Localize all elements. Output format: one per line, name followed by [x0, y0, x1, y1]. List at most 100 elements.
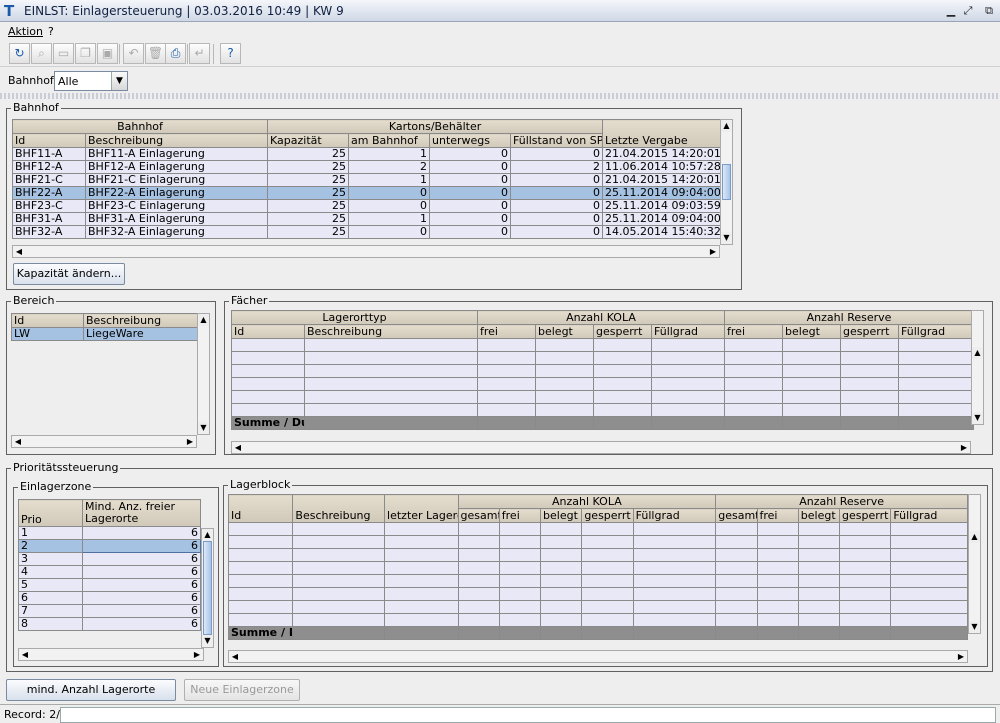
table-row[interactable]: 26: [18, 539, 201, 553]
refresh-button[interactable]: ↻: [9, 43, 30, 64]
column-header[interactable]: letzter Lagerort: [384, 494, 459, 523]
copy-button[interactable]: ❐: [75, 43, 96, 64]
scroll-right-icon[interactable]: ▶: [184, 436, 196, 447]
bahnhof-vertical-scrollbar[interactable]: ▲ ▼: [720, 119, 733, 245]
scroll-down-icon[interactable]: ▼: [721, 232, 732, 244]
column-header[interactable]: Kapazität: [267, 133, 349, 148]
table-row[interactable]: LW LiegeWare: [11, 327, 198, 341]
table-row[interactable]: BHF32-A BHF32-A Einlagerung 25 0 0 0 14.05.201…: [12, 225, 722, 239]
lagerblock-vertical-scrollbar[interactable]: ▲ ▼: [968, 494, 981, 634]
bahnhof-filter-select[interactable]: Alle ▼: [54, 71, 128, 91]
column-header[interactable]: Beschreibung: [85, 133, 268, 148]
column-header[interactable]: Prio: [18, 499, 83, 527]
table-row[interactable]: BHF21-C BHF21-C Einlagerung 25 1 0 0 21.04.201…: [12, 173, 722, 187]
faecher-vertical-scrollbar[interactable]: ▲ ▼: [971, 310, 984, 425]
scroll-down-icon[interactable]: ▼: [972, 412, 983, 424]
column-header[interactable]: belegt: [782, 324, 842, 339]
table-row[interactable]: 76: [18, 604, 201, 618]
table-row[interactable]: 46: [18, 565, 201, 579]
chevron-down-icon[interactable]: ▼: [111, 72, 127, 90]
help-button[interactable]: ?: [220, 43, 241, 64]
column-header[interactable]: Füllgrad: [632, 508, 717, 523]
scroll-right-icon[interactable]: ▶: [958, 442, 970, 453]
bahnhof-horizontal-scrollbar[interactable]: ◀ ▶: [12, 245, 720, 258]
column-header[interactable]: am Bahnhof: [348, 133, 430, 148]
scroll-up-icon[interactable]: ▲: [198, 314, 209, 326]
table-row[interactable]: BHF11-A BHF11-A Einlagerung 25 1 0 0 21.04.201…: [12, 147, 722, 161]
scroll-thumb[interactable]: [722, 164, 731, 200]
return-button[interactable]: ↵: [189, 43, 210, 64]
column-header[interactable]: belegt: [540, 508, 583, 523]
column-header[interactable]: Füllgrad: [650, 324, 726, 339]
scroll-up-icon[interactable]: ▲: [721, 120, 732, 132]
scroll-down-icon[interactable]: ▼: [198, 422, 209, 434]
column-header[interactable]: belegt: [797, 508, 841, 523]
column-header[interactable]: Beschreibung: [83, 313, 198, 328]
undo-button[interactable]: ↶: [123, 43, 144, 64]
bereich-horizontal-scrollbar[interactable]: ◀ ▶: [11, 435, 197, 448]
menu-aktion[interactable]: Aktion: [8, 25, 43, 38]
column-header[interactable]: Id: [227, 494, 294, 523]
delete-button[interactable]: 🗑: [145, 43, 166, 64]
table-row[interactable]: 16: [18, 526, 201, 540]
print-button[interactable]: ⎙: [165, 43, 186, 64]
column-header[interactable]: Id: [12, 133, 86, 148]
table-row[interactable]: 66: [18, 591, 201, 605]
scroll-up-icon[interactable]: ▲: [202, 529, 213, 541]
column-header[interactable]: frei: [724, 324, 784, 339]
splitter[interactable]: [0, 93, 1000, 99]
bereich-vertical-scrollbar[interactable]: ▲ ▼: [197, 313, 210, 435]
column-header[interactable]: belegt: [535, 324, 594, 339]
maximize-icon[interactable]: ⧉: [982, 4, 996, 18]
menu-help[interactable]: ?: [48, 25, 54, 38]
column-header[interactable]: Füllgrad: [898, 324, 975, 339]
table-row[interactable]: 86: [18, 617, 201, 631]
lagerblock-horizontal-scrollbar[interactable]: ◀ ▶: [228, 650, 968, 663]
scroll-right-icon[interactable]: ▶: [955, 651, 967, 662]
scroll-up-icon[interactable]: ▲: [972, 347, 983, 359]
column-header[interactable]: Id: [11, 313, 84, 328]
column-header[interactable]: Mind. Anz. freier Lagerorte: [82, 499, 201, 527]
column-header[interactable]: unterwegs: [429, 133, 511, 148]
column-header[interactable]: frei: [477, 324, 536, 339]
scroll-left-icon[interactable]: ◀: [12, 436, 24, 447]
column-header[interactable]: gesperrt: [839, 508, 892, 523]
column-header[interactable]: frei: [756, 508, 799, 523]
table-row[interactable]: BHF23-C BHF23-C Einlagerung 25 0 0 0 25.11.201…: [12, 199, 722, 213]
table-row[interactable]: BHF12-A BHF12-A Einlagerung 25 2 0 2 11.06.201…: [12, 160, 722, 174]
einlagerzone-horizontal-scrollbar[interactable]: ◀ ▶: [18, 648, 204, 661]
scroll-right-icon[interactable]: ▶: [707, 246, 719, 257]
column-header[interactable]: frei: [498, 508, 542, 523]
scroll-left-icon[interactable]: ◀: [232, 442, 244, 453]
kapazitaet-aendern-button[interactable]: Kapazität ändern...: [13, 263, 125, 285]
einlagerzone-vertical-scrollbar[interactable]: ▲ ▼: [201, 528, 214, 648]
column-header[interactable]: gesamt: [457, 508, 500, 523]
scroll-left-icon[interactable]: ◀: [229, 651, 241, 662]
table-row[interactable]: 56: [18, 578, 201, 592]
table-row[interactable]: BHF31-A BHF31-A Einlagerung 25 1 0 0 25.11.201…: [12, 212, 722, 226]
search-button[interactable]: ⌕: [31, 43, 52, 64]
scroll-thumb[interactable]: [203, 541, 212, 635]
column-header[interactable]: Letzte Vergabe: [602, 119, 722, 148]
save-button[interactable]: ▣: [97, 43, 118, 64]
scroll-down-icon[interactable]: ▼: [969, 621, 980, 633]
column-header[interactable]: Beschreibung: [292, 494, 386, 523]
scroll-up-icon[interactable]: ▲: [969, 531, 980, 543]
table-row[interactable]: BHF22-A BHF22-A Einlagerung 25 0 0 0 25.11.201…: [12, 186, 722, 200]
column-header[interactable]: Beschreibung: [304, 324, 478, 339]
column-header[interactable]: gesamt: [715, 508, 758, 523]
column-header[interactable]: gesperrt: [840, 324, 900, 339]
column-header[interactable]: gesperrt: [581, 508, 634, 523]
faecher-horizontal-scrollbar[interactable]: ◀ ▶: [231, 441, 971, 454]
min-anzahl-aendern-button[interactable]: mind. Anzahl Lagerorte ändern: [6, 679, 176, 716]
new-button[interactable]: ▭: [53, 43, 74, 64]
column-header[interactable]: Füllstand von SPS: [509, 133, 604, 148]
scroll-left-icon[interactable]: ◀: [13, 246, 25, 257]
restore-icon[interactable]: ⤢: [961, 4, 975, 18]
column-header[interactable]: Füllgrad: [890, 508, 968, 523]
minimize-icon[interactable]: ▁: [944, 4, 958, 18]
column-header[interactable]: Id: [231, 324, 305, 339]
scroll-right-icon[interactable]: ▶: [191, 649, 203, 660]
neue-einlagerzone-button[interactable]: Neue Einlagerzone: [184, 679, 300, 701]
scroll-down-icon[interactable]: ▼: [202, 635, 213, 647]
